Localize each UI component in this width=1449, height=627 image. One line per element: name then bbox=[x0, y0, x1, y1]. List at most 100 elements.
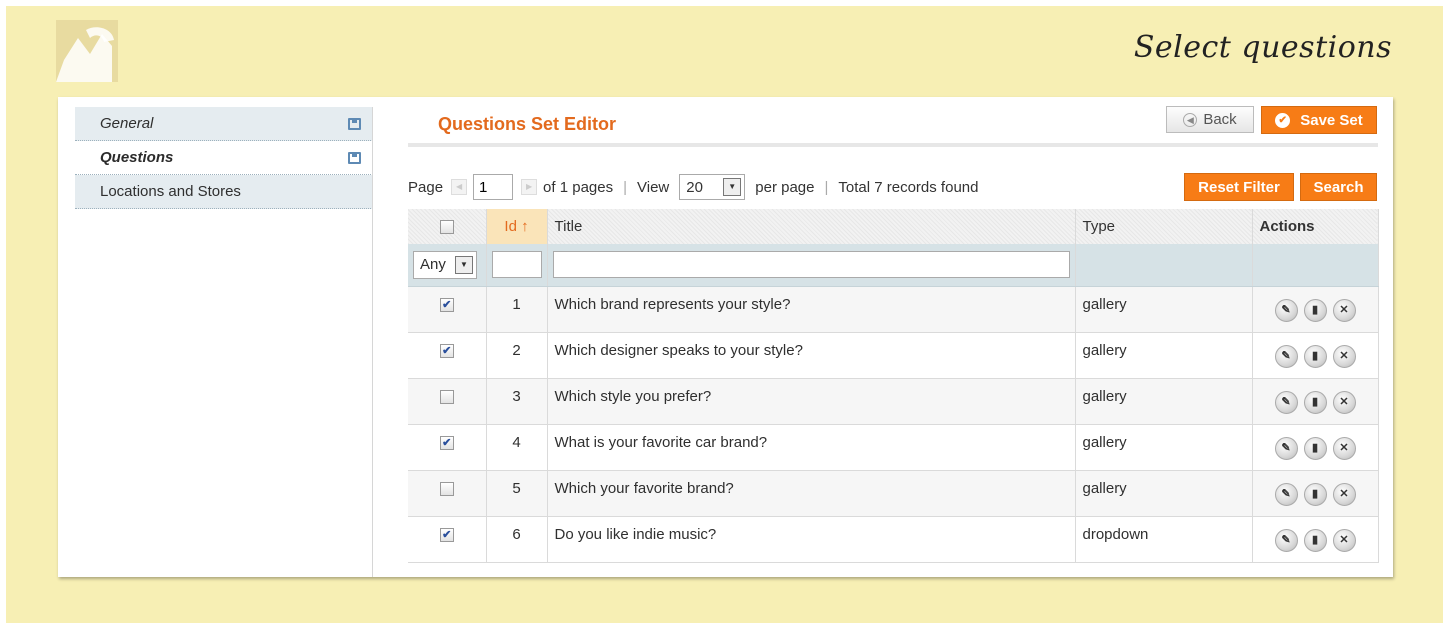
row-checkbox[interactable] bbox=[439, 389, 454, 404]
questions-grid: Id ↑ Title Type Actions Any ▼ ✔ 1 Which … bbox=[408, 209, 1379, 563]
row-action-buttons: ✎ ▮ ✕ bbox=[1253, 342, 1378, 368]
row-title: What is your favorite car brand? bbox=[547, 424, 1076, 471]
column-header-actions: Actions bbox=[1252, 209, 1379, 244]
table-row[interactable]: 5 Which your favorite brand? gallery ✎ ▮ ✕ bbox=[408, 470, 1379, 517]
filter-cell bbox=[547, 244, 1076, 287]
row-id: 2 bbox=[486, 332, 548, 379]
delete-icon[interactable]: ✕ bbox=[1332, 344, 1356, 368]
row-title: Do you like indie music? bbox=[547, 516, 1076, 563]
delete-icon[interactable]: ✕ bbox=[1332, 390, 1356, 414]
sidebar-item-label: Locations and Stores bbox=[100, 183, 241, 200]
row-select-cell: ✔ bbox=[408, 424, 487, 471]
sidebar-item-questions[interactable]: Questions bbox=[75, 141, 373, 175]
row-checkbox[interactable] bbox=[439, 481, 454, 496]
back-label: Back bbox=[1203, 111, 1237, 128]
select-all-header bbox=[408, 209, 487, 244]
chevron-down-icon: ▼ bbox=[455, 255, 473, 274]
selection-filter-select[interactable]: Any ▼ bbox=[413, 250, 477, 279]
edit-icon[interactable]: ✎ bbox=[1274, 436, 1298, 460]
row-actions: ✎ ▮ ✕ bbox=[1252, 286, 1379, 333]
title-filter-input[interactable] bbox=[552, 251, 1070, 279]
stats-icon[interactable]: ▮ bbox=[1303, 482, 1327, 506]
delete-icon[interactable]: ✕ bbox=[1332, 298, 1356, 322]
row-id: 3 bbox=[486, 378, 548, 425]
prev-page-icon[interactable]: ◀ bbox=[451, 179, 468, 195]
edit-icon[interactable]: ✎ bbox=[1274, 298, 1298, 322]
delete-icon[interactable]: ✕ bbox=[1332, 436, 1356, 460]
separator: | bbox=[623, 178, 628, 196]
row-select-cell bbox=[408, 378, 487, 425]
stats-icon[interactable]: ▮ bbox=[1303, 344, 1327, 368]
row-id: 1 bbox=[486, 286, 548, 333]
total-records: Total 7 records found bbox=[838, 178, 979, 196]
editor-title: Questions Set Editor bbox=[438, 114, 617, 134]
sidebar-item-label: Questions bbox=[100, 149, 174, 166]
save-icon bbox=[348, 118, 361, 130]
sidebar-item-general[interactable]: General bbox=[75, 107, 373, 141]
column-header-id[interactable]: Id ↑ bbox=[486, 209, 548, 244]
grid-header-row: Id ↑ Title Type Actions bbox=[408, 209, 1379, 244]
row-checkbox[interactable]: ✔ bbox=[439, 343, 454, 358]
stats-icon[interactable]: ▮ bbox=[1303, 436, 1327, 460]
table-row[interactable]: 3 Which style you prefer? gallery ✎ ▮ ✕ bbox=[408, 378, 1379, 425]
row-title: Which style you prefer? bbox=[547, 378, 1076, 425]
stats-icon[interactable]: ▮ bbox=[1303, 298, 1327, 322]
row-action-buttons: ✎ ▮ ✕ bbox=[1253, 480, 1378, 506]
row-type: gallery bbox=[1075, 286, 1253, 333]
stats-icon[interactable]: ▮ bbox=[1303, 528, 1327, 552]
per-page-select[interactable]: 20 ▼ bbox=[679, 174, 746, 200]
next-page-icon[interactable]: ▶ bbox=[521, 179, 538, 195]
select-all-checkbox[interactable] bbox=[439, 220, 454, 235]
row-checkbox[interactable]: ✔ bbox=[439, 435, 454, 450]
sort-arrow-icon: ↑ bbox=[521, 218, 529, 235]
filter-cell bbox=[486, 244, 548, 287]
id-filter-input[interactable] bbox=[491, 251, 542, 279]
save-set-button[interactable]: ✔ Save Set bbox=[1261, 106, 1377, 134]
sidebar-item-locations[interactable]: Locations and Stores bbox=[75, 175, 373, 209]
sidebar-item-label: General bbox=[100, 115, 154, 132]
row-actions: ✎ ▮ ✕ bbox=[1252, 516, 1379, 563]
page-input[interactable] bbox=[473, 174, 514, 200]
edit-icon[interactable]: ✎ bbox=[1274, 482, 1298, 506]
row-type: gallery bbox=[1075, 332, 1253, 379]
filter-cell bbox=[1252, 244, 1379, 287]
table-row[interactable]: ✔ 4 What is your favorite car brand? galler… bbox=[408, 424, 1379, 471]
table-row[interactable]: ✔ 1 Which brand represents your style? gall… bbox=[408, 286, 1379, 333]
filter-cell: Any ▼ bbox=[408, 244, 487, 287]
column-label: Id bbox=[504, 218, 517, 235]
chevron-down-icon: ▼ bbox=[723, 178, 742, 196]
row-id: 4 bbox=[486, 424, 548, 471]
row-action-buttons: ✎ ▮ ✕ bbox=[1253, 434, 1378, 460]
row-select-cell: ✔ bbox=[408, 286, 487, 333]
stats-icon[interactable]: ▮ bbox=[1303, 390, 1327, 414]
row-action-buttons: ✎ ▮ ✕ bbox=[1253, 526, 1378, 552]
table-row[interactable]: ✔ 2 Which designer speaks to your style? ga… bbox=[408, 332, 1379, 379]
delete-icon[interactable]: ✕ bbox=[1332, 482, 1356, 506]
filter-row: Any ▼ bbox=[408, 244, 1379, 287]
row-checkbox[interactable]: ✔ bbox=[439, 527, 454, 542]
row-id: 5 bbox=[486, 470, 548, 517]
row-title: Which brand represents your style? bbox=[547, 286, 1076, 333]
delete-icon[interactable]: ✕ bbox=[1332, 528, 1356, 552]
row-checkbox[interactable]: ✔ bbox=[439, 297, 454, 312]
edit-icon[interactable]: ✎ bbox=[1274, 528, 1298, 552]
row-action-buttons: ✎ ▮ ✕ bbox=[1253, 388, 1378, 414]
page-headline: Select questions bbox=[1133, 30, 1392, 65]
sidebar: General Questions Locations and Stores bbox=[75, 107, 373, 209]
separator: | bbox=[824, 178, 829, 196]
reset-filter-button[interactable]: Reset Filter bbox=[1184, 173, 1294, 201]
edit-icon[interactable]: ✎ bbox=[1274, 344, 1298, 368]
per-page-value: 20 bbox=[686, 178, 703, 196]
column-header-title[interactable]: Title bbox=[547, 209, 1076, 244]
logo bbox=[56, 20, 118, 82]
edit-icon[interactable]: ✎ bbox=[1274, 390, 1298, 414]
search-button[interactable]: Search bbox=[1300, 173, 1377, 201]
of-pages-text: of 1 pages bbox=[543, 178, 614, 196]
per-page-label: per page bbox=[755, 178, 815, 196]
row-select-cell: ✔ bbox=[408, 332, 487, 379]
column-header-type[interactable]: Type bbox=[1075, 209, 1253, 244]
table-row[interactable]: ✔ 6 Do you like indie music? dropdown ✎ ▮ ✕ bbox=[408, 516, 1379, 563]
back-button[interactable]: ◀ Back bbox=[1166, 106, 1254, 133]
row-actions: ✎ ▮ ✕ bbox=[1252, 424, 1379, 471]
row-select-cell: ✔ bbox=[408, 516, 487, 563]
